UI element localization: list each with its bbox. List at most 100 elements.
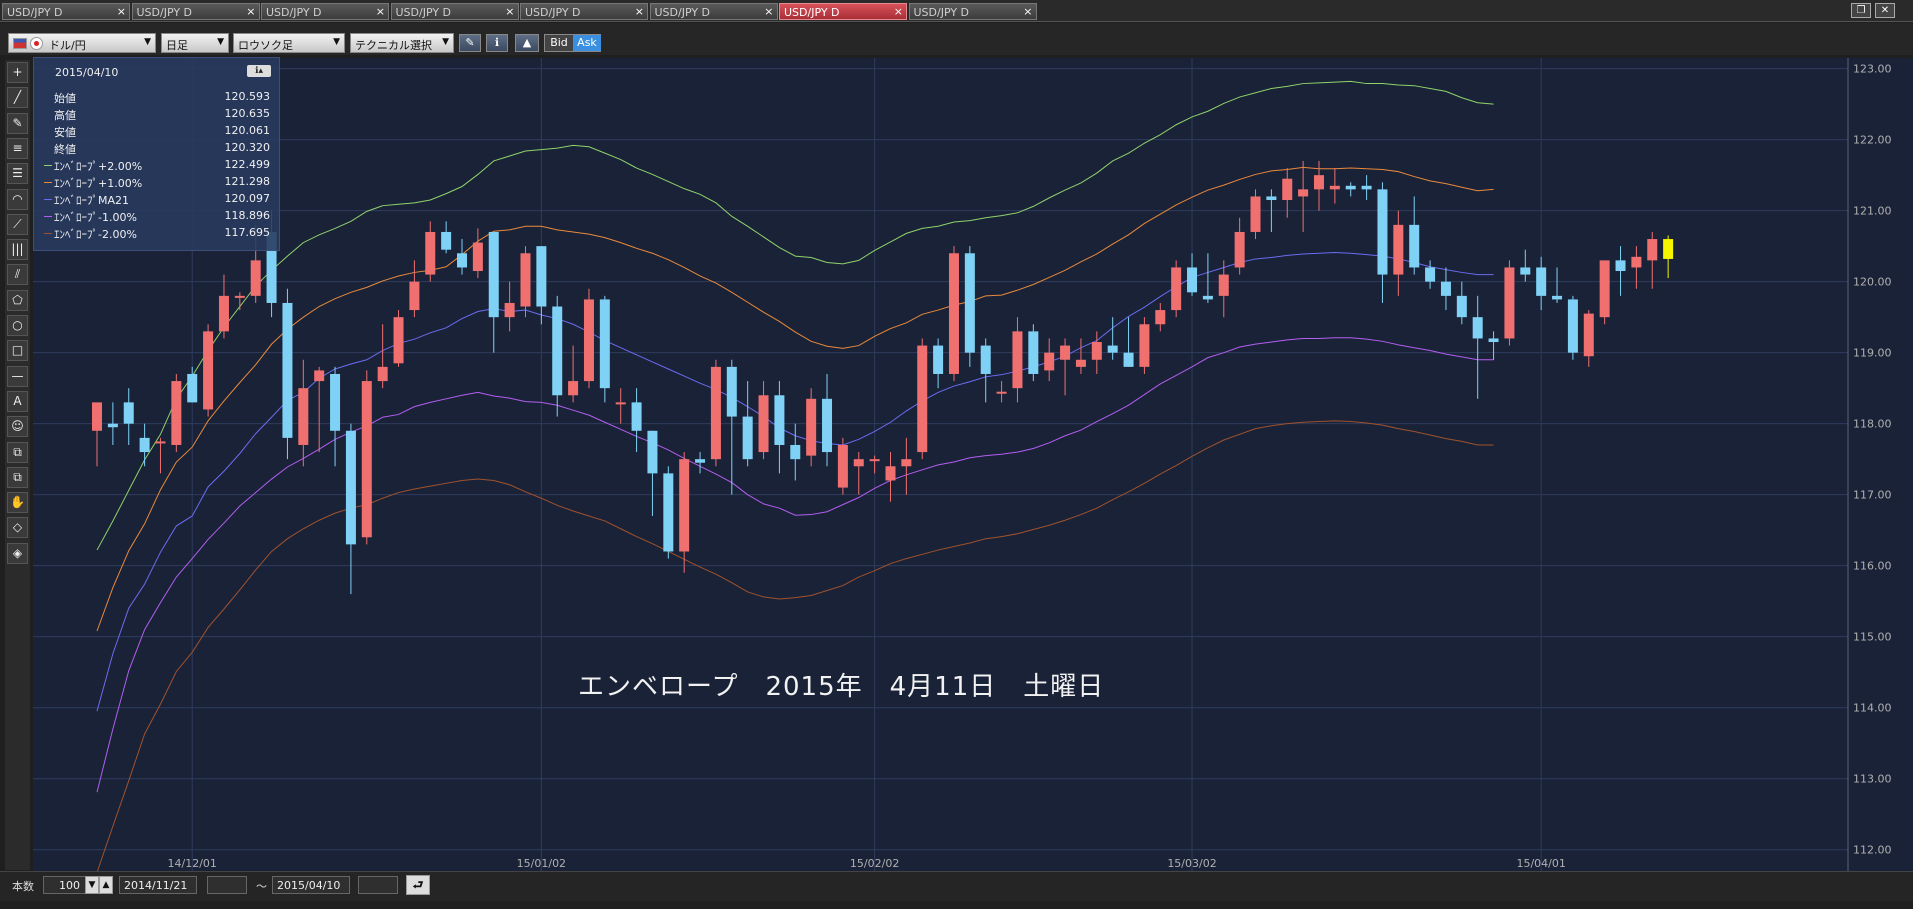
bid-ask-toggle[interactable]: Bid Ask <box>544 34 601 52</box>
tab-close-icon[interactable]: × <box>246 5 255 18</box>
info-value: 120.593 <box>224 90 271 103</box>
info-label: 始値 <box>54 92 76 105</box>
chart-area[interactable]: 123.00 122.00 121.00 120.00 119.00 118.00 117.… <box>33 58 1913 871</box>
mountain-chart-icon[interactable]: ▲ <box>515 34 539 52</box>
candle-body <box>330 373 341 431</box>
info-label: ｴﾝﾍﾞﾛｰﾌﾟ+2.00% <box>54 160 143 173</box>
count-value: 100 <box>59 879 80 892</box>
chart-type-select[interactable]: ロウソク足 ▼ <box>233 33 345 53</box>
tab-usdjpy-1[interactable]: USD/JPY D × <box>2 3 130 20</box>
horizontal-line-icon[interactable]: — <box>7 365 28 387</box>
eraser-all-icon[interactable]: ◈ <box>7 542 28 564</box>
info-icon[interactable]: ℹ <box>486 34 508 52</box>
smile-icon[interactable]: ☺ <box>7 416 28 438</box>
arc-icon[interactable]: ◠ <box>7 188 28 210</box>
circle-icon[interactable]: ○ <box>7 315 28 336</box>
to-date-field[interactable]: 2015/04/10 <box>272 876 350 894</box>
tab-usdjpy-4[interactable]: USD/JPY D × <box>390 3 519 20</box>
vertical-lines-icon[interactable]: ||| <box>7 239 28 261</box>
hand-icon[interactable]: ✋ <box>7 492 28 514</box>
copy-icon[interactable]: ⧉ <box>7 441 28 463</box>
candle-body <box>1202 295 1213 300</box>
count-field[interactable]: 100 <box>43 876 87 894</box>
eraser-icon[interactable]: ◇ <box>7 517 28 539</box>
ask-button[interactable]: Ask <box>573 35 601 51</box>
candle-body <box>917 345 928 453</box>
count-down-icon[interactable]: ▼ <box>85 876 99 894</box>
candle-body <box>218 295 229 332</box>
tab-close-icon[interactable]: × <box>635 5 644 18</box>
info-row: 終値 120.320 <box>44 141 270 157</box>
x-tick-label: 15/01/02 <box>517 857 566 870</box>
tab-close-icon[interactable]: × <box>505 5 514 18</box>
candle-body <box>1250 196 1261 232</box>
restore-icon[interactable]: ❐ <box>1851 3 1871 18</box>
candle-body <box>1282 178 1293 201</box>
candle-body <box>1139 324 1150 367</box>
info-collapse-icon[interactable]: ℹ▴ <box>247 65 271 77</box>
tab-usdjpy-8[interactable]: USD/JPY D × <box>908 3 1037 20</box>
candle-body <box>806 398 817 456</box>
close-icon[interactable]: ✕ <box>1875 3 1895 18</box>
pencil-icon[interactable]: ✎ <box>7 112 28 134</box>
tab-usdjpy-3[interactable]: USD/JPY D × <box>261 3 389 20</box>
bid-button[interactable]: Bid <box>545 35 573 51</box>
tab-usdjpy-2[interactable]: USD/JPY D × <box>131 3 260 20</box>
y-tick-label: 117.00 <box>1853 489 1892 502</box>
candle-body <box>155 441 166 444</box>
candle-body <box>488 231 499 318</box>
candle-body <box>441 231 452 250</box>
candle-body <box>107 423 118 428</box>
from-date-field[interactable]: 2014/11/21 <box>119 876 197 894</box>
from-time-field[interactable] <box>207 876 247 894</box>
tab-close-icon[interactable]: × <box>894 5 903 18</box>
price-chart[interactable]: 123.00 122.00 121.00 120.00 119.00 118.00 117.… <box>33 58 1913 871</box>
tab-close-icon[interactable]: × <box>117 5 126 18</box>
series-swatch <box>44 233 52 234</box>
text-icon[interactable]: A <box>7 390 28 412</box>
candle-body <box>1171 267 1182 311</box>
tab-close-icon[interactable]: × <box>764 5 773 18</box>
count-up-icon[interactable]: ▲ <box>99 876 113 894</box>
symbol-select[interactable]: ドル/円 ▼ <box>8 33 156 53</box>
info-date: 2015/04/10 <box>55 66 119 79</box>
crosshair-icon[interactable]: + <box>7 62 28 83</box>
candle-body <box>1345 185 1356 190</box>
y-tick-label: 118.00 <box>1853 418 1892 431</box>
candle-body <box>1107 345 1118 353</box>
channel-icon[interactable]: ⫽ <box>7 264 28 286</box>
info-label: ｴﾝﾍﾞﾛｰﾌﾟ-1.00% <box>54 211 137 224</box>
fan-icon[interactable]: ⟋ <box>7 213 28 235</box>
y-tick-label: 116.00 <box>1853 560 1892 573</box>
horizontal-lines-icon[interactable]: ≡ <box>7 137 28 159</box>
candle-body <box>1218 274 1229 296</box>
info-label: 終値 <box>54 143 76 156</box>
apply-range-button[interactable]: ⮐ <box>406 875 430 895</box>
tilde-label: ～ <box>256 880 267 893</box>
candle-body <box>1425 267 1436 282</box>
to-time-field[interactable] <box>358 876 398 894</box>
tab-close-icon[interactable]: × <box>376 5 385 18</box>
candle-body <box>742 416 753 460</box>
technical-select[interactable]: テクニカル選択 ▼ <box>350 33 454 53</box>
period-select[interactable]: 日足 ▼ <box>161 33 229 53</box>
tab-close-icon[interactable]: × <box>1023 5 1032 18</box>
candle-body <box>1266 196 1277 201</box>
candle-body <box>187 373 198 403</box>
paste-icon[interactable]: ⧉ <box>7 466 28 488</box>
rectangle-icon[interactable]: □ <box>7 340 28 362</box>
lines-icon[interactable]: ☰ <box>7 163 28 185</box>
info-row: 安値 120.061 <box>44 124 270 140</box>
chevron-down-icon: ▼ <box>217 37 224 47</box>
candle-body <box>377 366 388 382</box>
pentagon-icon[interactable]: ⬠ <box>7 289 28 311</box>
candle-body <box>1123 352 1134 367</box>
info-value: 120.061 <box>224 124 271 137</box>
line-icon[interactable]: ╱ <box>7 87 28 109</box>
tab-usdjpy-5[interactable]: USD/JPY D × <box>520 3 648 20</box>
candle-body <box>457 253 468 268</box>
info-value: 122.499 <box>224 158 271 171</box>
tab-usdjpy-6[interactable]: USD/JPY D × <box>649 3 778 20</box>
tab-usdjpy-7[interactable]: USD/JPY D × <box>779 3 907 20</box>
draw-pen-icon[interactable]: ✎ <box>459 34 481 52</box>
